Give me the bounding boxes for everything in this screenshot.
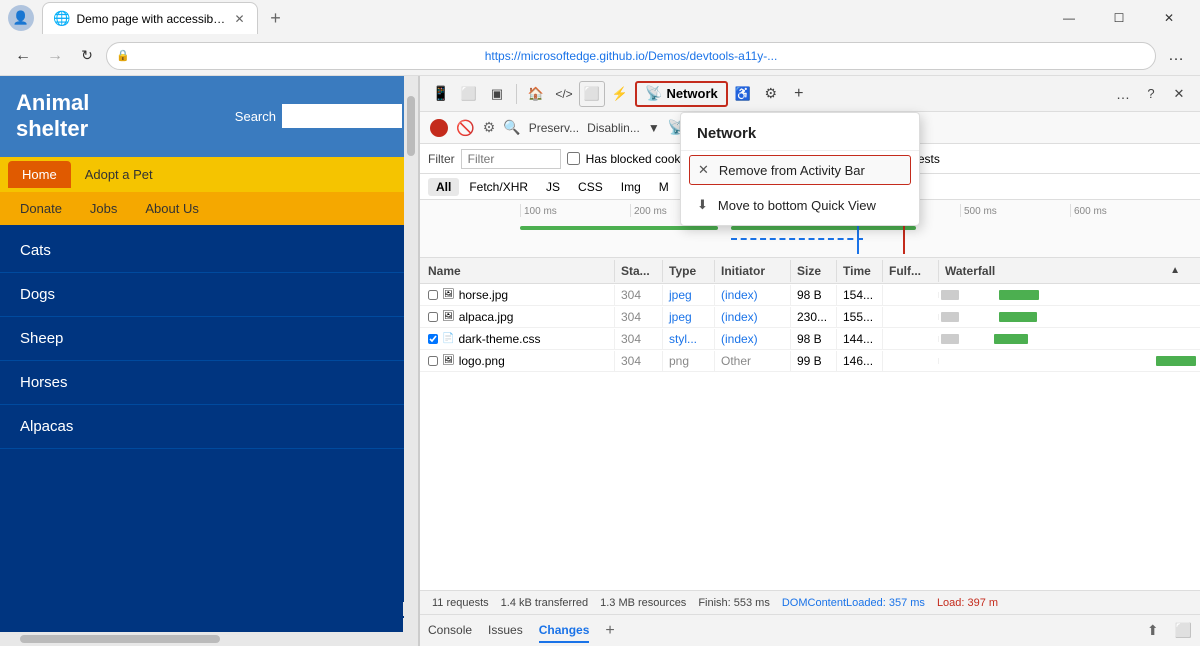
address-input[interactable]	[106, 42, 1156, 70]
search-label: Search	[235, 109, 276, 124]
sidebar-item-sheep[interactable]: Sheep	[0, 317, 418, 361]
context-menu: Network ✕ Remove from Activity Bar ⬇ Mov…	[680, 112, 920, 226]
sidebar-item-cats[interactable]: Cats	[0, 229, 418, 273]
devtools-panel: 📱 ⬜ ▣ 🏠 </> ⬜ ⚡ 📡 Network ♿ ⚙ + … ?	[420, 76, 1200, 646]
site-title: Animalshelter	[16, 90, 89, 143]
tab-title: Demo page with accessibility issu	[76, 12, 226, 26]
lock-icon: 🔒	[116, 49, 130, 62]
context-menu-overlay: Network ✕ Remove from Activity Bar ⬇ Mov…	[420, 76, 1200, 646]
tab-close-icon[interactable]: ✕	[232, 10, 246, 28]
sub-item-jobs[interactable]: Jobs	[78, 196, 129, 221]
forward-button[interactable]: →	[42, 43, 68, 69]
context-menu-item-remove[interactable]: ✕ Remove from Activity Bar	[689, 155, 911, 185]
context-menu-item-move-label: Move to bottom Quick View	[718, 198, 876, 213]
address-bar: ← → ↻ 🔒 …	[0, 36, 1200, 76]
sub-menu: Donate Jobs About Us	[0, 192, 418, 225]
scrollbar-thumb[interactable]	[407, 96, 415, 156]
reload-button[interactable]: ↻	[74, 43, 100, 69]
address-wrapper: 🔒	[106, 42, 1156, 70]
browser-window: 👤 🌐 Demo page with accessibility issu ✕ …	[0, 0, 1200, 646]
nav-item-home[interactable]: Home	[8, 161, 71, 188]
maximize-button[interactable]: ☐	[1096, 2, 1142, 34]
browser-tab[interactable]: 🌐 Demo page with accessibility issu ✕	[42, 2, 258, 34]
tab-bar: 👤 🌐 Demo page with accessibility issu ✕ …	[0, 0, 1200, 36]
webpage-preview: Animalshelter Search Home Adopt a Pet Do…	[0, 76, 420, 646]
back-button[interactable]: ←	[10, 43, 36, 69]
minimize-button[interactable]: —	[1046, 2, 1092, 34]
sidebar-item-dogs[interactable]: Dogs	[0, 273, 418, 317]
page-header: Animalshelter Search	[0, 76, 418, 157]
scrollbar-track[interactable]	[404, 76, 418, 646]
sub-item-about[interactable]: About Us	[133, 196, 210, 221]
main-area: Animalshelter Search Home Adopt a Pet Do…	[0, 76, 1200, 646]
more-button[interactable]: …	[1162, 42, 1190, 70]
context-menu-item-remove-label: Remove from Activity Bar	[719, 163, 865, 178]
nav-menu: Home Adopt a Pet	[0, 157, 418, 192]
page-search-input[interactable]	[282, 104, 402, 128]
close-button[interactable]: ✕	[1146, 2, 1192, 34]
profile-avatar[interactable]: 👤	[8, 5, 34, 31]
nav-item-adopt[interactable]: Adopt a Pet	[71, 161, 167, 188]
context-menu-item-move[interactable]: ⬇ Move to bottom Quick View	[681, 189, 919, 221]
remove-icon: ✕	[698, 162, 709, 178]
sidebar-item-alpacas[interactable]: Alpacas	[0, 405, 418, 449]
move-icon: ⬇	[697, 197, 708, 213]
tab-favicon: 🌐	[53, 10, 70, 27]
context-menu-title: Network	[681, 117, 919, 151]
new-tab-button[interactable]: +	[262, 4, 290, 32]
sidebar-list: Cats Dogs Sheep Horses Alpacas	[0, 225, 418, 632]
sub-item-donate[interactable]: Donate	[8, 196, 74, 221]
sidebar-item-horses[interactable]: Horses	[0, 361, 418, 405]
page-hscroll[interactable]: ▶	[0, 632, 418, 646]
